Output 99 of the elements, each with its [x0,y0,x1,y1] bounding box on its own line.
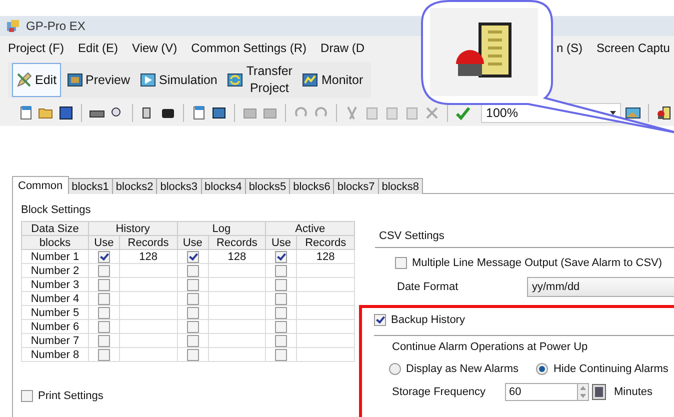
checkbox[interactable] [395,257,407,269]
tab[interactable]: blocks7 [333,178,379,194]
column-header: History [88,222,178,236]
group-label: Continue Alarm Operations at Power Up [391,341,589,355]
tab[interactable]: Common [12,176,69,194]
column-header: Records [296,236,354,250]
menu-item[interactable]: View (V) [132,41,178,55]
screen-icon [66,73,83,87]
table-cell: 128 [316,250,335,262]
toolbar-button[interactable]: Preview [62,63,134,97]
tab[interactable]: blocks6 [289,178,334,194]
checkbox[interactable] [275,264,288,277]
radio-label: Hide Continuing Alarms [553,363,668,375]
checkbox[interactable] [275,250,288,263]
tab[interactable]: blocks1 [68,178,113,194]
table-cell: Number 7 [22,334,88,348]
tab[interactable]: blocks4 [200,178,246,194]
menu-item[interactable]: n (S) [556,41,583,55]
tab[interactable]: blocks3 [156,178,202,194]
radio-label: Display as New Alarms [406,363,518,375]
checkbox[interactable] [98,320,110,333]
checkbox[interactable] [275,306,288,319]
checkbox[interactable] [186,250,199,263]
menu-item[interactable]: Common Settings (R) [191,41,307,55]
checkbox[interactable] [275,348,288,361]
checkbox[interactable] [98,306,110,319]
image-icon[interactable] [625,105,641,121]
checkbox[interactable] [98,334,110,347]
menu-item[interactable]: Project (F) [8,41,64,55]
delete-icon[interactable] [424,105,440,121]
checkbox[interactable] [374,314,386,326]
checkbox[interactable] [21,390,33,402]
checkbox-label: Backup History [391,314,465,326]
table-cell: Number 2 [22,264,88,278]
tab[interactable]: blocks5 [244,178,290,194]
checkbox[interactable] [98,292,110,305]
field-label: Storage Frequency [392,386,487,398]
column-header: Use [177,236,208,250]
table-cell: Number 1 [22,250,88,264]
app-icon [6,19,20,33]
radio-button[interactable] [389,363,401,375]
checkbox-label: Multiple Line Message Output (Save Alarm to CSV) [412,257,662,269]
table-cell: Number 3 [22,278,88,292]
checkbox[interactable] [186,348,199,361]
unit-label: Minutes [614,386,653,398]
checkbox[interactable] [186,278,199,291]
table-cell: Number 6 [22,320,88,334]
column-header: Use [88,236,120,250]
section-title: Block Settings [21,204,92,216]
toolbar-button[interactable]: Edit [12,63,61,97]
table-cell: 128 [228,250,246,262]
toolbar-button[interactable]: Monitor [298,63,368,97]
toolbar-button[interactable]: Simulation [136,63,222,97]
date-format-dropdown[interactable]: yy/mm/dd [527,277,674,297]
checkbox-label: Print Settings [38,390,104,402]
column-header: Use [266,236,297,250]
field-label: Date Format [397,281,460,293]
checkbox[interactable] [186,292,199,305]
menu-item[interactable]: Screen Captu [596,41,670,55]
checkbox[interactable] [186,264,199,277]
screen-icon[interactable] [211,105,227,121]
table-cell: Number 4 [22,292,88,306]
table-cell: 128 [139,250,158,262]
radio-button[interactable] [536,363,548,375]
menu-item[interactable]: Draw (D [320,41,365,55]
column-header: Records [119,236,178,250]
spin-arrows-icon[interactable] [577,383,589,401]
alarm-icon[interactable] [656,105,672,121]
checkbox[interactable] [186,320,199,333]
checkbox[interactable] [275,334,288,347]
column-header: blocks [22,236,88,250]
transfer-icon [227,73,244,87]
tab[interactable]: blocks2 [112,178,158,194]
menu-item[interactable]: Edit (E) [78,41,118,55]
play-icon [140,73,156,87]
column-header: Records [208,236,266,250]
checkbox[interactable] [275,320,288,333]
column-header: Data Size [22,222,88,236]
checkbox[interactable] [275,278,288,291]
column-header: Active [266,222,354,236]
table-cell: Number 8 [22,348,88,362]
keypad-icon[interactable] [592,384,606,400]
window-title: GP-Pro EX [26,19,86,33]
checkbox[interactable] [98,264,110,277]
new-file-icon[interactable] [18,105,34,121]
checkbox[interactable] [186,334,199,347]
tab[interactable]: blocks8 [378,178,423,194]
checkbox[interactable] [98,348,110,361]
toolbar-button[interactable]: Transfer Project [223,63,296,97]
checkbox[interactable] [98,250,110,263]
checkbox[interactable] [186,306,199,319]
monitor-icon [302,73,318,87]
column-header: Log [177,222,266,236]
section-title: CSV Settings [378,230,446,242]
error-check-icon[interactable] [455,105,471,121]
table-cell: Number 5 [22,306,88,320]
pencil-icon [16,72,32,88]
checkbox[interactable] [98,278,110,291]
checkbox[interactable] [275,292,288,305]
